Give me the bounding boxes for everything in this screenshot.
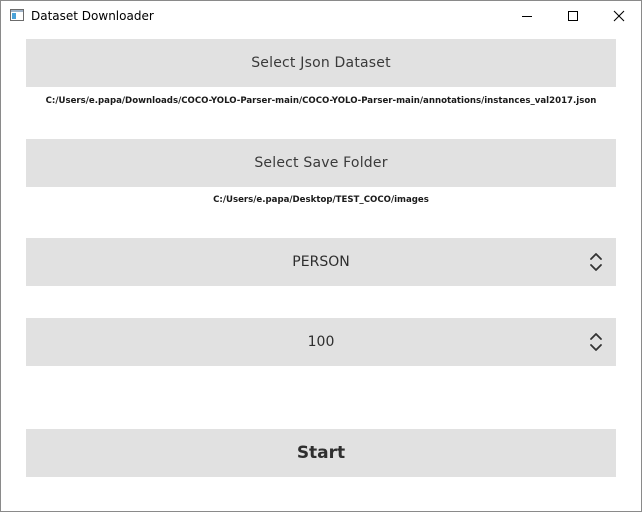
maximize-icon xyxy=(568,11,578,21)
app-icon xyxy=(10,9,24,21)
minimize-button[interactable] xyxy=(504,1,550,31)
close-icon xyxy=(613,10,625,22)
minimize-icon xyxy=(522,16,532,17)
select-json-dataset-button[interactable]: Select Json Dataset xyxy=(26,39,616,87)
up-down-chevron-icon[interactable] xyxy=(588,330,604,354)
class-select-value: PERSON xyxy=(292,254,350,270)
title-bar[interactable]: Dataset Downloader xyxy=(1,1,641,31)
window-title: Dataset Downloader xyxy=(31,9,154,23)
json-dataset-path-label: C:/Users/e.papa/Downloads/COCO-YOLO-Pars… xyxy=(45,96,597,106)
save-folder-path-label: C:/Users/e.papa/Desktop/TEST_COCO/images xyxy=(213,195,429,205)
app-window: Dataset Downloader Select Json Dataset C… xyxy=(0,0,642,512)
close-button[interactable] xyxy=(596,1,642,31)
count-spinner[interactable]: 100 xyxy=(26,318,616,366)
start-button[interactable]: Start xyxy=(26,429,616,477)
maximize-button[interactable] xyxy=(550,1,596,31)
up-down-chevron-icon[interactable] xyxy=(588,250,604,274)
class-select[interactable]: PERSON xyxy=(26,238,616,286)
count-spinner-value: 100 xyxy=(307,334,335,350)
select-save-folder-button[interactable]: Select Save Folder xyxy=(26,139,616,187)
